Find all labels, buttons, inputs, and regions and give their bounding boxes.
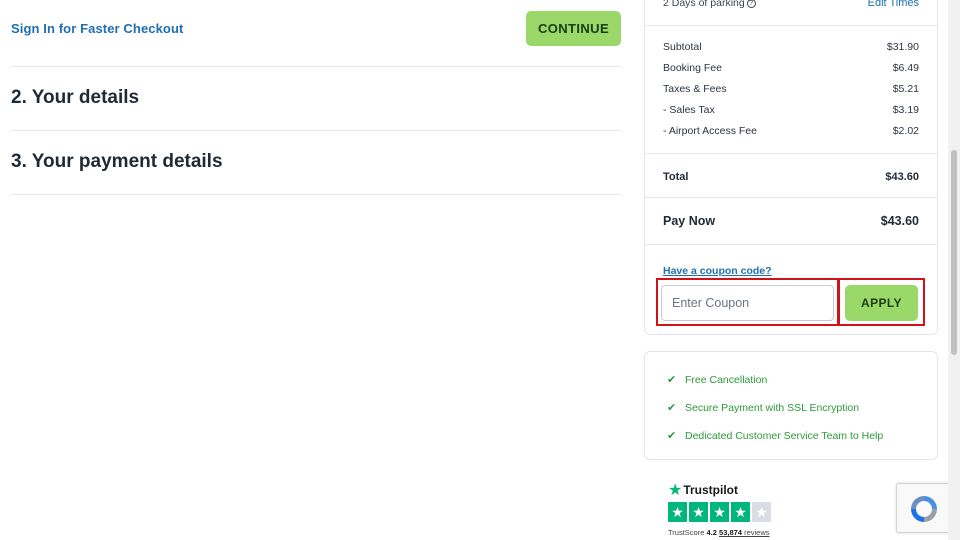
fee-amount: $6.49: [892, 62, 919, 74]
order-summary-card: 2 Days of parking? Edit Times Subtotal $…: [644, 0, 938, 335]
parking-duration-label: 2 Days of parking?: [663, 0, 756, 9]
coupon-input[interactable]: [661, 285, 834, 321]
reviews-link[interactable]: 53,874 reviews: [719, 528, 769, 537]
fee-amount: $3.19: [892, 104, 919, 116]
benefit-item: ✔ Free Cancellation: [667, 374, 768, 386]
trustscore-text: TrustScore 4.2 53,874 reviews: [668, 528, 770, 537]
trustpilot-star-icon: ★: [668, 482, 683, 499]
edit-times-link[interactable]: Edit Times: [868, 0, 919, 9]
total-label: Total: [663, 171, 689, 183]
divider: [645, 153, 937, 154]
star-icon: ★: [689, 502, 708, 522]
star-icon: ★: [668, 502, 687, 522]
divider: [645, 197, 937, 198]
divider: [645, 25, 937, 26]
payment-section[interactable]: 3. Your payment details: [11, 131, 621, 195]
star-icon: ★: [710, 502, 729, 522]
fee-label: - Airport Access Fee: [663, 125, 757, 137]
benefit-item: ✔ Secure Payment with SSL Encryption: [667, 402, 860, 414]
fee-label: Booking Fee: [663, 62, 722, 74]
fee-row-airport-fee: - Airport Access Fee $2.02: [663, 125, 919, 141]
total-amount: $43.60: [885, 171, 919, 183]
fee-label: Subtotal: [663, 41, 702, 53]
recaptcha-icon: [911, 496, 937, 522]
details-section-title: 2. Your details: [11, 87, 140, 108]
parking-duration-row: 2 Days of parking? Edit Times: [663, 0, 919, 17]
help-icon[interactable]: ?: [746, 0, 756, 8]
scrollbar-thumb[interactable]: [951, 150, 957, 355]
fee-row-sales-tax: - Sales Tax $3.19: [663, 104, 919, 120]
fee-amount: $2.02: [892, 125, 919, 137]
benefits-card: ✔ Free Cancellation ✔ Secure Payment with …: [644, 351, 938, 460]
check-icon: ✔: [667, 430, 677, 442]
checkout-column: Sign In for Faster Checkout CONTINUE 2. …: [11, 0, 621, 195]
continue-button[interactable]: CONTINUE: [526, 11, 621, 46]
signin-row: Sign In for Faster Checkout CONTINUE: [11, 0, 621, 67]
check-icon: ✔: [667, 402, 677, 414]
star-empty-icon: ★: [752, 502, 771, 522]
fee-amount: $5.21: [892, 83, 919, 95]
coupon-code-link[interactable]: Have a coupon code?: [663, 265, 772, 277]
trustpilot-stars: ★ ★ ★ ★ ★: [668, 502, 798, 522]
payment-section-title: 3. Your payment details: [11, 151, 223, 172]
trustpilot-logo: ★Trustpilot: [668, 482, 739, 499]
apply-coupon-button[interactable]: APPLY: [845, 285, 918, 321]
fee-row-taxes: Taxes & Fees $5.21: [663, 83, 919, 99]
fee-label: Taxes & Fees: [663, 83, 727, 95]
star-icon: ★: [731, 502, 750, 522]
fee-row-booking: Booking Fee $6.49: [663, 62, 919, 78]
fee-row-subtotal: Subtotal $31.90: [663, 41, 919, 57]
details-section[interactable]: 2. Your details: [11, 67, 621, 131]
paynow-label: Pay Now: [663, 214, 716, 228]
fee-amount: $31.90: [886, 41, 919, 53]
paynow-amount: $43.60: [880, 214, 919, 228]
trustpilot-widget[interactable]: ★Trustpilot ★ ★ ★ ★ ★ TrustScore 4.2 53,…: [668, 480, 798, 537]
benefit-item: ✔ Dedicated Customer Service Team to Help: [667, 430, 884, 442]
divider: [645, 244, 937, 245]
fee-label: - Sales Tax: [663, 104, 715, 116]
check-icon: ✔: [667, 374, 677, 386]
page-scrollbar[interactable]: [948, 0, 960, 540]
signin-link[interactable]: Sign In for Faster Checkout: [11, 21, 183, 36]
